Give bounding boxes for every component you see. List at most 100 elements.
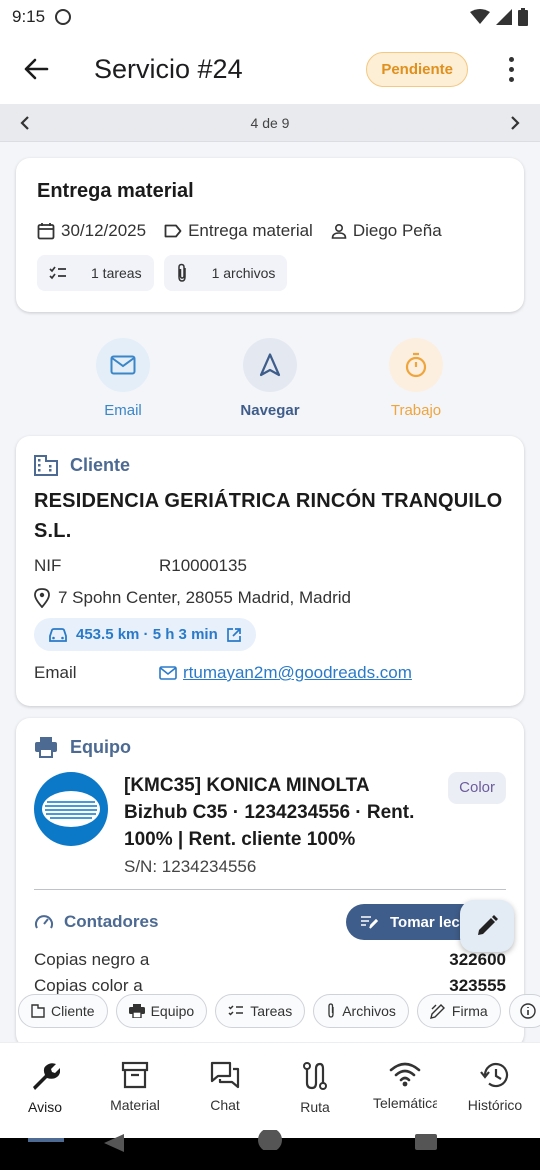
nav-tab-aviso[interactable]: Aviso <box>0 1043 90 1138</box>
status-bar: 9:15 <box>0 0 540 34</box>
action-row: Email Navegar Trabajo <box>0 338 540 422</box>
client-nif-label: NIF <box>34 556 62 575</box>
nav-tab-label: Histórico <box>467 1097 523 1113</box>
tasks-chip[interactable]: 1 tareas <box>37 255 154 291</box>
history-icon <box>480 1062 509 1088</box>
edit-note-icon <box>361 916 378 929</box>
email-action-button[interactable]: Email <box>73 338 173 419</box>
equipment-info: [KMC35] KONICA MINOLTA Bizhub C35 · 1234… <box>124 772 506 877</box>
client-email-link[interactable]: rtumayan2m@goodreads.com <box>183 663 412 683</box>
edit-fab-button[interactable] <box>460 900 514 952</box>
brand-logo-icon <box>42 791 100 827</box>
checklist-icon <box>228 1005 244 1016</box>
files-chip[interactable]: 1 archivos <box>163 255 288 291</box>
nav-tab-ruta[interactable]: Ruta <box>270 1043 360 1138</box>
chip-label: Cliente <box>51 1003 95 1019</box>
color-tag: Color <box>448 772 506 804</box>
printer-icon <box>128 1004 145 1018</box>
equipment-serial: S/N: 1234234556 <box>124 857 257 876</box>
nav-tab-label: Ruta <box>300 1099 330 1115</box>
chevron-right-icon[interactable] <box>508 115 522 131</box>
client-address: 7 Spohn Center, 28055 Madrid, Madrid <box>58 588 351 607</box>
nav-tab-chat[interactable]: Chat <box>180 1043 270 1138</box>
service-pager: 4 de 9 <box>0 104 540 142</box>
chip-firma[interactable]: Firma <box>416 994 501 1028</box>
konica-minolta-logo <box>34 772 108 846</box>
chip-equipo[interactable]: Equipo <box>115 994 208 1028</box>
quick-section-chips: Cliente Equipo Tareas Archivos Firma <box>18 994 540 1030</box>
distance-text: 453.5 km · 5 h 3 min <box>76 626 218 643</box>
service-date-text: 30/12/2025 <box>61 221 147 240</box>
pencil-icon <box>478 915 498 935</box>
distance-chip[interactable]: 453.5 km · 5 h 3 min <box>34 618 256 651</box>
client-section-header: Cliente <box>34 454 506 476</box>
label-icon <box>164 224 182 238</box>
service-title: Entrega material <box>37 180 194 202</box>
equipment-section-title: Equipo <box>70 736 131 757</box>
paperclip-icon <box>177 263 186 282</box>
building-icon <box>34 455 58 476</box>
work-action-button[interactable]: Trabajo <box>366 338 466 419</box>
car-icon <box>49 627 67 642</box>
service-type-text: Entrega material <box>188 221 313 240</box>
wifi-status-icon <box>470 9 490 24</box>
app-bar: Servicio #24 Pendiente <box>0 34 540 104</box>
back-button[interactable] <box>14 47 58 91</box>
system-back-icon[interactable] <box>102 1134 126 1152</box>
more-dot-icon <box>508 56 514 62</box>
counter-value: 322600 <box>449 950 506 969</box>
client-section-title: Cliente <box>70 454 131 475</box>
service-type: Entrega material <box>164 221 313 241</box>
nav-tab-telematica[interactable]: Telemática <box>360 1043 450 1138</box>
info-icon <box>519 1003 536 1019</box>
work-action-circle <box>389 338 443 392</box>
status-time: 9:15 <box>12 7 46 26</box>
chat-icon <box>210 1061 240 1089</box>
chip-archivos[interactable]: Archivos <box>313 994 409 1028</box>
files-chip-label: 1 archivos <box>211 265 276 281</box>
chip-info[interactable] <box>508 994 540 1028</box>
equipment-divider <box>34 889 506 890</box>
gauge-icon <box>35 915 53 929</box>
checklist-icon <box>49 266 66 280</box>
mail-icon <box>110 355 136 375</box>
counters-title-text: Contadores <box>64 912 159 931</box>
nav-tab-material[interactable]: Material <box>90 1043 180 1138</box>
chip-tareas[interactable]: Tareas <box>215 994 306 1028</box>
pager-position: 4 de 9 <box>250 114 290 131</box>
person-icon <box>331 223 347 239</box>
more-dot-icon <box>508 76 514 82</box>
counters-header: Contadores Tomar lectura <box>34 904 506 940</box>
client-nif-row: NIF R10000135 <box>34 556 506 576</box>
system-recents-icon[interactable] <box>415 1134 437 1150</box>
chip-cliente[interactable]: Cliente <box>18 994 108 1028</box>
client-address-row: 7 Spohn Center, 28055 Madrid, Madrid <box>34 588 506 608</box>
service-meta: 30/12/2025 Entrega material Diego Peña <box>37 221 503 241</box>
navigate-action-button[interactable]: Navegar <box>220 338 320 419</box>
counter-row: Copias negro a 322600 <box>34 950 506 970</box>
building-icon <box>31 1004 45 1018</box>
navigate-action-circle <box>243 338 297 392</box>
bottom-navigation: Aviso Material Chat Ruta Telemática Hist… <box>0 1042 540 1138</box>
open-external-icon <box>226 627 241 642</box>
more-dot-icon <box>508 66 514 72</box>
system-home-icon[interactable] <box>257 1130 283 1150</box>
work-action-label: Trabajo <box>390 402 442 419</box>
counter-row: Copias color a 323555 <box>34 976 506 996</box>
nav-tab-historico[interactable]: Histórico <box>450 1043 540 1138</box>
mail-small-icon <box>159 666 177 680</box>
summary-chips: 1 tareas 1 archivos <box>37 255 503 291</box>
chip-label: Equipo <box>150 1003 195 1019</box>
timer-icon <box>405 352 427 378</box>
chevron-left-icon[interactable] <box>18 115 32 131</box>
tasks-chip-label: 1 tareas <box>91 265 142 281</box>
more-menu-button[interactable] <box>496 49 526 89</box>
nav-tab-label: Aviso <box>28 1099 62 1115</box>
status-badge: Pendiente <box>366 51 468 87</box>
route-icon <box>303 1062 327 1090</box>
service-date: 30/12/2025 <box>37 221 146 241</box>
tab-indicator <box>28 1138 64 1142</box>
signal-icon <box>496 9 512 25</box>
email-action-label: Email <box>104 402 142 419</box>
chip-label: Tareas <box>250 1003 293 1019</box>
